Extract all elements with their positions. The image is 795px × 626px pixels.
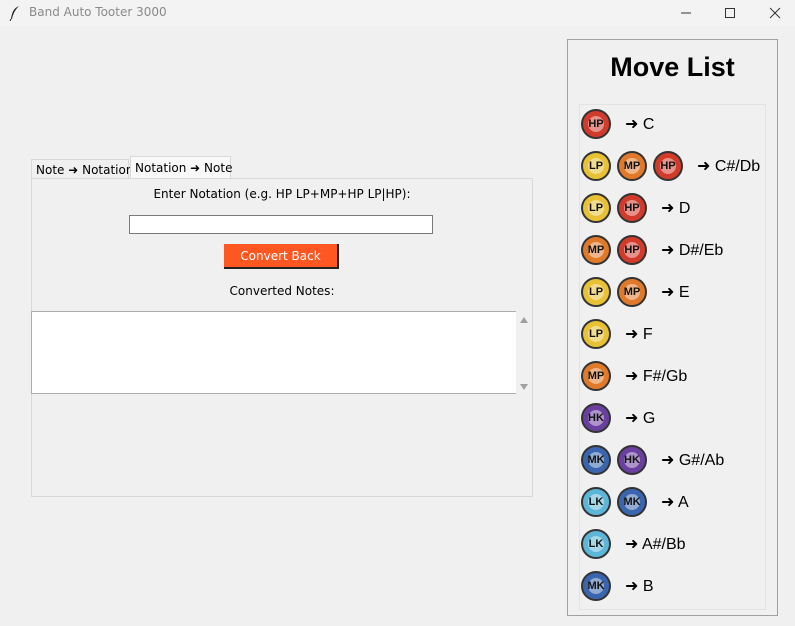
lk-button-icon: LK	[581, 529, 611, 559]
lk-button-icon: LK	[581, 487, 611, 517]
hp-button-icon: HP	[581, 109, 611, 139]
move-row: LP MP ➜ E	[581, 275, 690, 309]
close-icon	[769, 7, 781, 19]
lp-button-icon: LP	[581, 319, 611, 349]
minimize-icon	[681, 12, 691, 14]
hp-button-icon: HP	[617, 193, 647, 223]
scroll-down-arrow-icon[interactable]	[520, 384, 528, 390]
move-row: MK ➜ B	[581, 569, 654, 603]
maximize-button[interactable]	[707, 0, 753, 26]
button-icon-label: MP	[587, 370, 605, 382]
button-icon-label: MK	[587, 454, 605, 466]
move-note-label: ➜ G#/Ab	[661, 452, 725, 469]
minimize-button[interactable]	[663, 0, 709, 26]
window-title: Band Auto Tooter 3000	[29, 5, 167, 19]
move-row: LK ➜ A#/Bb	[581, 527, 686, 561]
move-note-label: ➜ C	[625, 116, 655, 133]
move-note-label: ➜ D#/Eb	[661, 242, 724, 259]
maximize-icon	[725, 8, 735, 18]
button-icon-label: HP	[624, 244, 640, 256]
mk-button-icon: MK	[581, 571, 611, 601]
move-note-label: ➜ G	[625, 410, 656, 427]
move-row: LP MP HP ➜ C#/Db	[581, 149, 760, 183]
move-note-label: ➜ F	[625, 326, 653, 343]
move-note-label: ➜ A	[661, 494, 689, 511]
button-icon-label: MK	[587, 580, 605, 592]
button-icon-label: MP	[623, 160, 641, 172]
mp-button-icon: MP	[581, 235, 611, 265]
hk-button-icon: HK	[581, 403, 611, 433]
enter-notation-label: Enter Notation (e.g. HP LP+MP+HP LP|HP):	[153, 187, 411, 201]
button-icon-label: LP	[588, 286, 604, 298]
lp-button-icon: LP	[581, 193, 611, 223]
move-row: MK HK ➜ G#/Ab	[581, 443, 724, 477]
button-icon-label: HP	[624, 202, 640, 214]
mp-button-icon: MP	[617, 151, 647, 181]
button-icon-label: LP	[588, 160, 604, 172]
button-icon-label: MP	[623, 286, 641, 298]
move-row: HK ➜ G	[581, 401, 655, 435]
move-row: MP ➜ F#/Gb	[581, 359, 687, 393]
move-note-label: ➜ F#/Gb	[625, 368, 688, 385]
button-icon-label: HK	[588, 412, 604, 424]
move-row: LP HP ➜ D	[581, 191, 690, 225]
output-scrollbar[interactable]	[516, 311, 532, 394]
button-icon-label: HP	[588, 118, 604, 130]
lp-button-icon: LP	[581, 151, 611, 181]
converted-notes-output[interactable]	[31, 311, 516, 394]
hk-button-icon: HK	[617, 445, 647, 475]
button-icon-label: LK	[588, 538, 604, 550]
button-icon-label: LK	[588, 496, 604, 508]
move-list-panel: Move List HP ➜ C LP MP HP ➜ C#/Db LP HP ➜ D MP HP ➜…	[567, 39, 778, 616]
move-note-label: ➜ C#/Db	[697, 158, 761, 175]
mk-button-icon: MK	[617, 487, 647, 517]
button-icon-label: HP	[660, 160, 676, 172]
mp-button-icon: MP	[617, 277, 647, 307]
move-row: MP HP ➜ D#/Eb	[581, 233, 723, 267]
button-icon-label: HK	[624, 454, 640, 466]
move-note-label: ➜ D	[661, 200, 691, 217]
notation-input[interactable]	[129, 215, 433, 234]
button-icon-label: LP	[588, 328, 604, 340]
move-list-title: Move List	[610, 52, 735, 82]
move-row: HP ➜ C	[581, 107, 654, 141]
mk-button-icon: MK	[581, 445, 611, 475]
move-note-label: ➜ A#/Bb	[625, 536, 686, 553]
feather-icon	[9, 6, 19, 21]
hp-button-icon: HP	[617, 235, 647, 265]
button-icon-label: LP	[588, 202, 604, 214]
title-bar: Band Auto Tooter 3000	[0, 0, 795, 26]
move-note-label: ➜ B	[625, 578, 654, 595]
hp-button-icon: HP	[653, 151, 683, 181]
converted-notes-label: Converted Notes:	[229, 284, 335, 298]
button-icon-label: MP	[587, 244, 605, 256]
move-row: LP ➜ F	[581, 317, 653, 351]
convert-back-button[interactable]: Convert Back	[224, 244, 339, 269]
close-button[interactable]	[752, 0, 795, 26]
move-note-label: ➜ E	[661, 284, 690, 301]
button-icon-label: MK	[623, 496, 641, 508]
scroll-up-arrow-icon[interactable]	[520, 317, 528, 323]
mp-button-icon: MP	[581, 361, 611, 391]
tab-notation-to-note[interactable]: Notation ➜ Note	[130, 156, 232, 178]
tab-note-to-notation[interactable]: Note ➜ Notation	[31, 159, 133, 180]
move-row: LK MK ➜ A	[581, 485, 689, 519]
lp-button-icon: LP	[581, 277, 611, 307]
